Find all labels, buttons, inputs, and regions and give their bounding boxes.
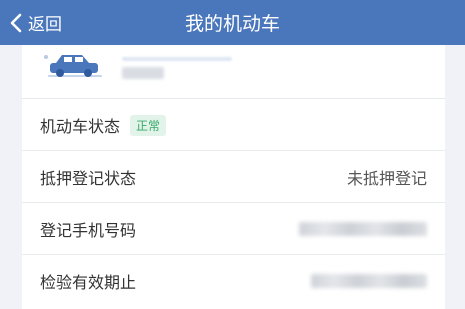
row-mortgage-status: 抵押登记状态 未抵押登记 bbox=[22, 151, 445, 203]
inspection-expiry-masked bbox=[311, 274, 427, 288]
inspection-expiry-value bbox=[311, 255, 427, 307]
row-phone-number: 登记手机号码 bbox=[22, 203, 445, 255]
phone-number-masked bbox=[299, 222, 427, 236]
car-icon bbox=[42, 47, 106, 87]
row-vehicle-status: 机动车状态 正常 bbox=[22, 99, 445, 151]
plate-number-masked bbox=[122, 67, 164, 79]
mortgage-status-label: 抵押登记状态 bbox=[40, 169, 137, 188]
navbar: 返回 我的机动车 bbox=[0, 0, 465, 45]
row-inspection-expiry: 检验有效期止 bbox=[22, 255, 445, 307]
inspection-expiry-label: 检验有效期止 bbox=[40, 273, 137, 292]
phone-number-value bbox=[299, 203, 427, 255]
plate-blur bbox=[122, 57, 232, 61]
phone-number-label: 登记手机号码 bbox=[40, 221, 137, 240]
status-badge: 正常 bbox=[130, 114, 167, 136]
vehicle-status-label: 机动车状态 bbox=[40, 117, 121, 136]
page-title: 我的机动车 bbox=[184, 13, 280, 35]
row-label: 机动车状态 正常 bbox=[40, 99, 167, 151]
mortgage-status-value: 未抵押登记 bbox=[346, 169, 427, 188]
vehicle-header bbox=[22, 45, 445, 99]
vehicle-detail-card: 机动车状态 正常 抵押登记状态 未抵押登记 登记手机号码 检验有效期止 bbox=[22, 45, 445, 309]
